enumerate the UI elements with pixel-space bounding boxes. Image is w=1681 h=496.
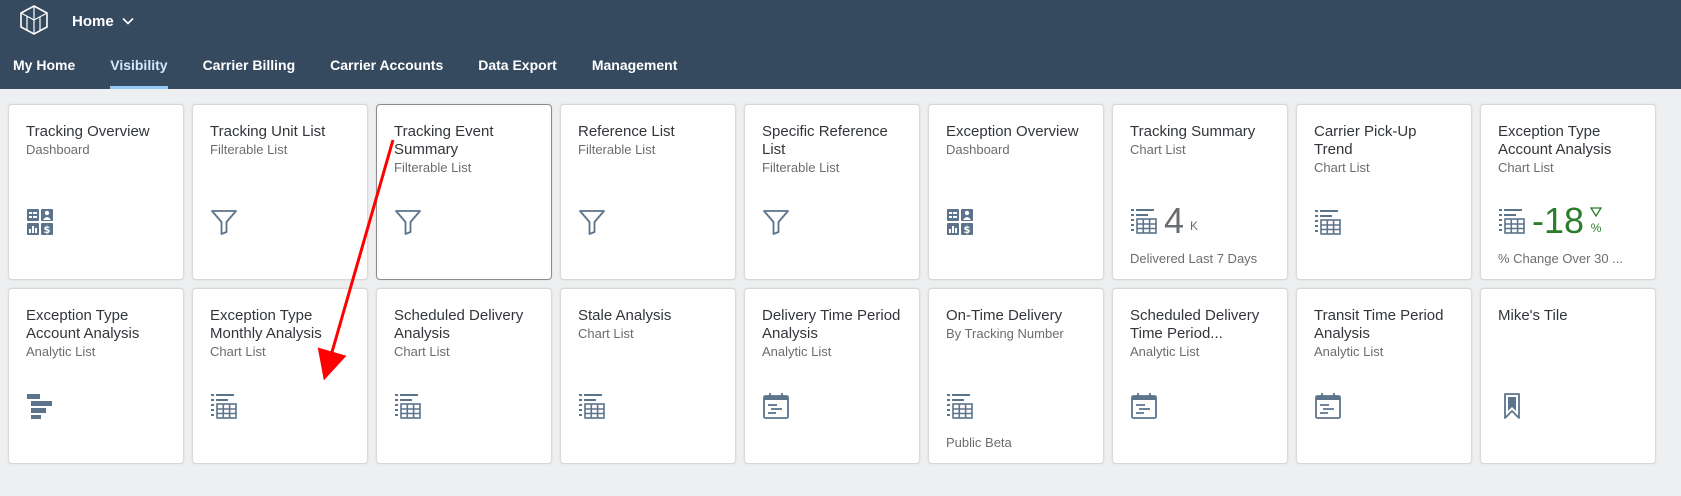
tile-mike-s-tile[interactable]: Mike's Tile <box>1480 288 1656 464</box>
tile-exception-type-account-analysis[interactable]: Exception Type Account Analysis Analytic … <box>8 288 184 464</box>
tile-subtitle: Chart List <box>1130 142 1186 157</box>
filter-icon <box>210 208 238 236</box>
tile-footer: Public Beta <box>946 435 1012 450</box>
tile-footer: % Change Over 30 ... <box>1498 251 1624 266</box>
filter-icon <box>762 208 790 236</box>
home-menu-button[interactable]: Home <box>72 10 134 32</box>
filter-icon <box>394 208 422 236</box>
tile-subtitle: Analytic List <box>26 344 96 359</box>
tab-data-export[interactable]: Data Export <box>478 52 557 89</box>
tile-title: Tracking Event Summary <box>394 123 494 158</box>
kpi-indicator: -18% <box>1498 200 1603 241</box>
tile-subtitle: Chart List <box>1314 160 1370 175</box>
tile-subtitle: Filterable List <box>578 142 656 157</box>
tile-tracking-summary[interactable]: Tracking Summary Chart List 4 K Delivered L… <box>1112 104 1288 280</box>
tile-tracking-event-summary[interactable]: Tracking Event Summary Filterable List <box>376 104 552 280</box>
tile-subtitle: Chart List <box>1498 160 1554 175</box>
tile-title: Stale Analysis <box>578 307 672 324</box>
tile-title: Exception Type Monthly Analysis <box>210 307 322 342</box>
tile-title: Carrier Pick-Up Trend <box>1314 123 1417 158</box>
tile-subtitle: By Tracking Number <box>946 326 1064 341</box>
tile-subtitle: Chart List <box>394 344 450 359</box>
table-chart-icon <box>946 392 974 420</box>
kpi-value: -18 <box>1532 200 1585 241</box>
calendar-icon <box>762 392 790 420</box>
tab-visibility[interactable]: Visibility <box>110 52 168 89</box>
tile-title: Tracking Summary <box>1130 123 1256 140</box>
svg-text:$: $ <box>964 225 971 236</box>
tile-delivery-time-period-analysis[interactable]: Delivery Time Period Analysis Analytic Li… <box>744 288 920 464</box>
table-chart-icon <box>1130 207 1158 239</box>
tile-subtitle: Filterable List <box>210 142 288 157</box>
tile-reference-list[interactable]: Reference List Filterable List <box>560 104 736 280</box>
tab-carrier-accounts[interactable]: Carrier Accounts <box>330 52 443 89</box>
tile-subtitle: Dashboard <box>26 142 90 157</box>
tab-carrier-billing[interactable]: Carrier Billing <box>203 52 296 89</box>
tile-exception-overview[interactable]: Exception Overview Dashboard $ <box>928 104 1104 280</box>
svg-text:$: $ <box>44 225 51 236</box>
tab-bar: My Home Visibility Carrier Billing Carri… <box>0 52 699 89</box>
tile-subtitle: Chart List <box>210 344 266 359</box>
shell-header: Home My Home Visibility Carrier Billing … <box>0 0 1681 89</box>
tile-specific-reference-list[interactable]: Specific Reference List Filterable List <box>744 104 920 280</box>
tile-scheduled-delivery-time-period[interactable]: Scheduled Delivery Time Period... Analyti… <box>1112 288 1288 464</box>
tile-subtitle: Analytic List <box>1130 344 1200 359</box>
tile-carrier-pick-up-trend[interactable]: Carrier Pick-Up Trend Chart List <box>1296 104 1472 280</box>
tile-title: Specific Reference List <box>762 123 888 158</box>
tile-title: Reference List <box>578 123 675 140</box>
filter-icon <box>578 208 606 236</box>
tile-subtitle: Dashboard <box>946 142 1010 157</box>
tile-title: Delivery Time Period Analysis <box>762 307 901 342</box>
table-chart-icon <box>394 392 422 420</box>
table-chart-icon <box>210 392 238 420</box>
tile-scheduled-delivery-analysis[interactable]: Scheduled Delivery Analysis Chart List <box>376 288 552 464</box>
tile-title: Exception Type Account Analysis <box>26 307 140 342</box>
dashboard-icon: $ <box>26 208 54 236</box>
kpi-unit: K <box>1190 219 1199 233</box>
table-chart-icon <box>1314 208 1342 236</box>
horizontal-bar-icon <box>26 392 54 420</box>
tab-management[interactable]: Management <box>592 52 678 89</box>
tile-title: Tracking Overview <box>26 123 150 140</box>
triangle-down-icon <box>1590 207 1603 217</box>
tile-tracking-overview[interactable]: Tracking Overview Dashboard $ <box>8 104 184 280</box>
kpi-unit: % <box>1590 221 1602 235</box>
bookmark-icon <box>1498 392 1526 420</box>
tile-transit-time-period-analysis[interactable]: Transit Time Period Analysis Analytic Lis… <box>1296 288 1472 464</box>
tile-exception-type-account-analysis[interactable]: Exception Type Account Analysis Chart Lis… <box>1480 104 1656 280</box>
tile-title: Exception Type Account Analysis <box>1498 123 1612 158</box>
logo-icon[interactable] <box>18 4 50 36</box>
calendar-icon <box>1130 392 1158 420</box>
tile-title: Transit Time Period Analysis <box>1314 307 1444 342</box>
tile-subtitle: Filterable List <box>394 160 472 175</box>
tile-exception-type-monthly-analysis[interactable]: Exception Type Monthly Analysis Chart Lis… <box>192 288 368 464</box>
tile-footer: Delivered Last 7 Days <box>1130 251 1258 266</box>
tile-subtitle: Chart List <box>578 326 634 341</box>
tile-stale-analysis[interactable]: Stale Analysis Chart List <box>560 288 736 464</box>
tile-subtitle: Analytic List <box>762 344 832 359</box>
tile-title: On-Time Delivery <box>946 307 1063 324</box>
table-chart-icon <box>578 392 606 420</box>
chevron-down-icon <box>122 17 134 25</box>
kpi-indicator: 4K <box>1130 203 1198 239</box>
tile-subtitle: Filterable List <box>762 160 840 175</box>
tile-title: Mike's Tile <box>1498 307 1568 324</box>
tile-title: Tracking Unit List <box>210 123 326 140</box>
table-chart-icon <box>1498 207 1526 239</box>
kpi-value: 4 <box>1164 200 1185 241</box>
tile-on-time-delivery[interactable]: On-Time Delivery By Tracking Number Publi… <box>928 288 1104 464</box>
tile-title: Scheduled Delivery Analysis <box>394 307 524 342</box>
tile-tracking-unit-list[interactable]: Tracking Unit List Filterable List <box>192 104 368 280</box>
tile-grid: Tracking Overview Dashboard $ Tracking Uni… <box>8 104 1656 464</box>
home-label: Home <box>72 12 114 30</box>
tile-title: Exception Overview <box>946 123 1079 140</box>
tile-title: Scheduled Delivery Time Period... <box>1130 307 1260 342</box>
dashboard-icon: $ <box>946 208 974 236</box>
calendar-icon <box>1314 392 1342 420</box>
tile-subtitle: Analytic List <box>1314 344 1384 359</box>
tab-my-home[interactable]: My Home <box>13 52 75 89</box>
